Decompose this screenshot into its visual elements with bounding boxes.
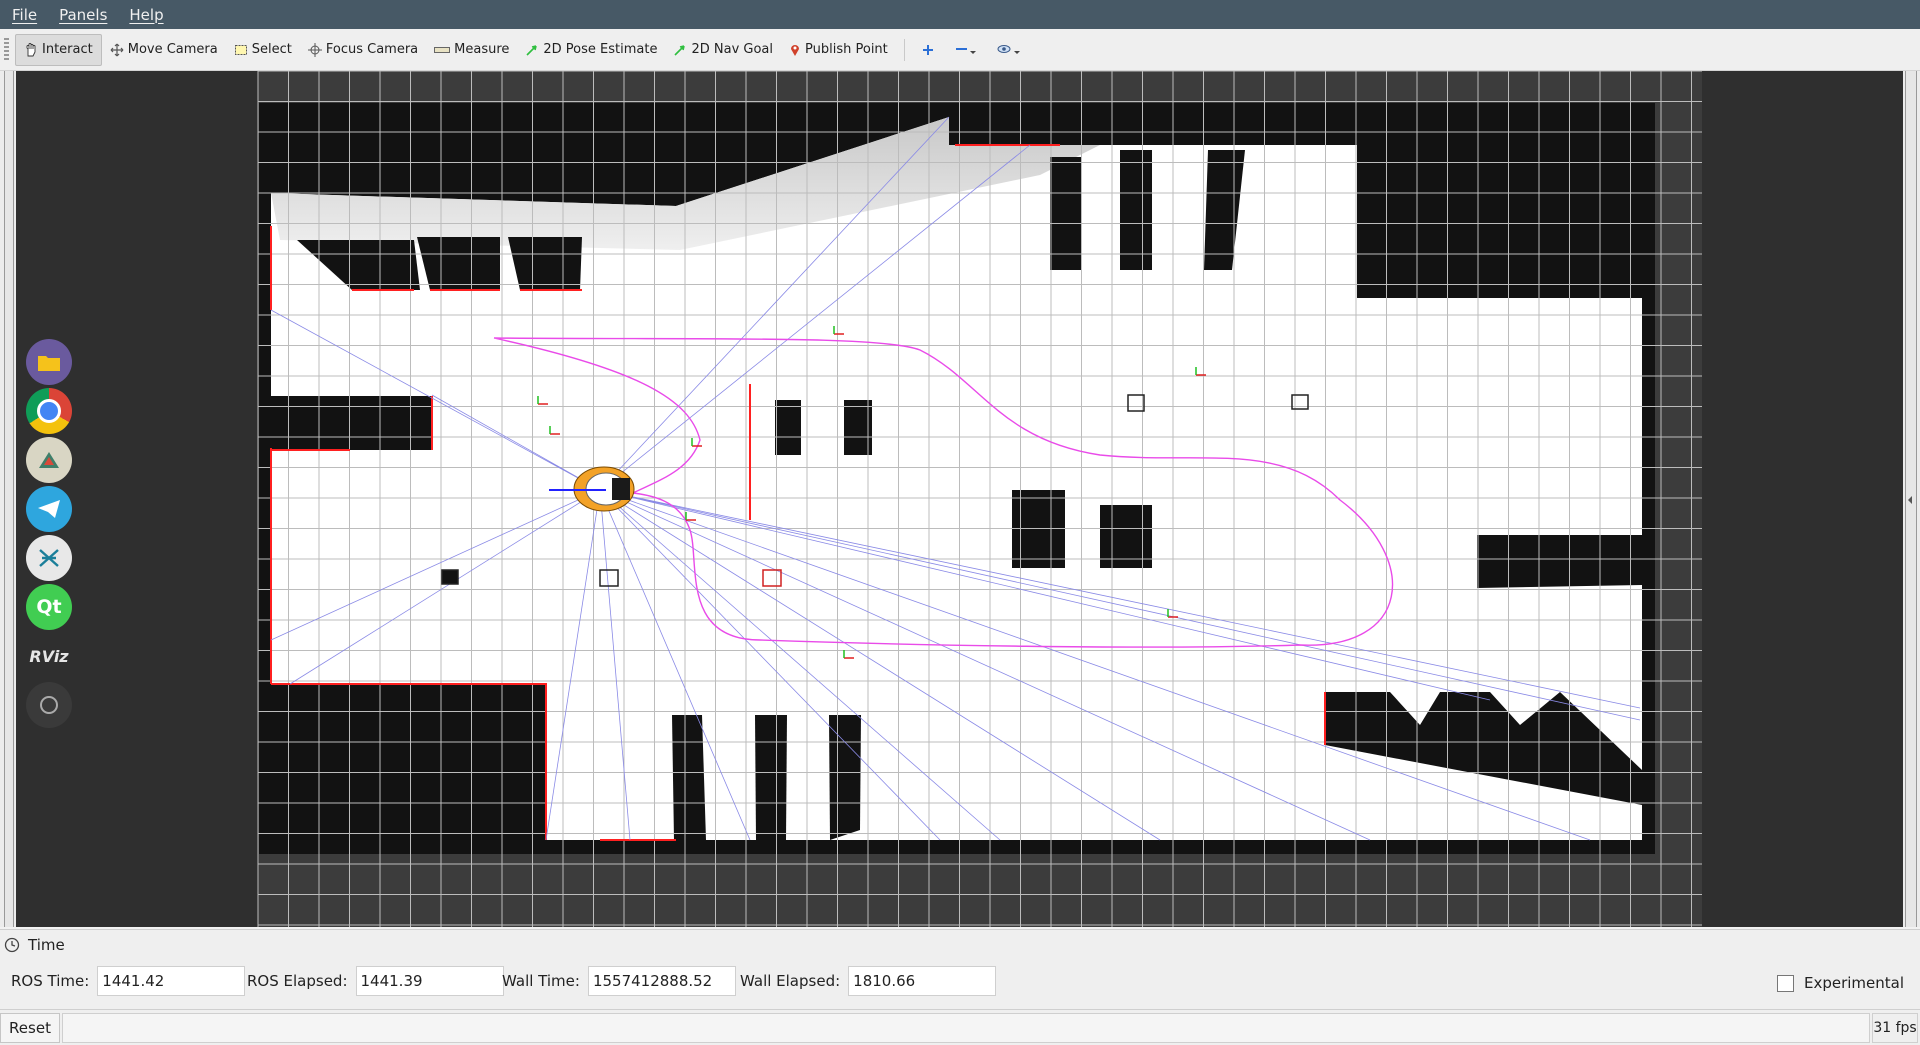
record-circle-icon <box>40 696 58 714</box>
focus-camera-tool-button[interactable]: Focus Camera <box>300 35 426 65</box>
add-tool-button[interactable] <box>913 35 947 65</box>
wall-time-label: Wall Time: <box>502 972 580 990</box>
move-camera-label: Move Camera <box>127 42 218 57</box>
toolbar-grip[interactable] <box>4 37 9 62</box>
folder-icon <box>38 356 60 371</box>
map-canvas[interactable] <box>16 71 1903 927</box>
tool-properties-button[interactable] <box>989 35 1033 65</box>
menu-bar: File Panels Help <box>0 0 1920 29</box>
files-icon[interactable] <box>26 339 72 385</box>
clock-icon <box>4 937 20 953</box>
select-label: Select <box>251 42 292 57</box>
ros-elapsed-label: ROS Elapsed: <box>247 972 348 990</box>
move-arrows-icon <box>110 43 124 56</box>
launcher-dock: Qt RViz <box>16 339 76 809</box>
ros-elapsed-field: ROS Elapsed: 1441.39 <box>247 966 504 996</box>
publish-point-tool-button[interactable]: Publish Point <box>781 35 896 65</box>
map-app-icon[interactable] <box>26 437 72 483</box>
select-tool-button[interactable]: Select <box>226 35 300 65</box>
time-panel-title: Time <box>28 936 65 954</box>
plus-icon <box>922 44 933 55</box>
eye-dropdown-icon <box>997 44 1020 54</box>
nav-goal-label: 2D Nav Goal <box>691 42 774 57</box>
selection-box-icon <box>234 44 247 55</box>
ruler-icon <box>434 46 451 53</box>
code-tool-icon[interactable] <box>26 535 72 581</box>
interact-tool-button[interactable]: Interact <box>15 33 102 66</box>
wall-time-field: Wall Time: 1557412888.52 <box>502 966 736 996</box>
left-dock-splitter[interactable] <box>0 71 16 927</box>
render-viewport[interactable]: Qt RViz <box>16 71 1903 927</box>
menu-help[interactable]: Help <box>129 6 163 24</box>
pose-estimate-label: 2D Pose Estimate <box>543 42 658 57</box>
paper-plane-icon <box>38 500 60 518</box>
tool-toolbar: Interact Move Camera Select Focus Camera… <box>0 29 1920 71</box>
green-arrow-icon <box>526 44 538 56</box>
focus-camera-label: Focus Camera <box>325 42 419 57</box>
telegram-icon[interactable] <box>26 486 72 532</box>
qt-icon[interactable]: Qt <box>26 584 72 630</box>
toolbar-separator <box>903 38 905 61</box>
map-pin-icon <box>791 44 800 56</box>
menu-file[interactable]: File <box>12 6 37 24</box>
measure-tool-button[interactable]: Measure <box>426 35 517 65</box>
wall-elapsed-value[interactable]: 1810.66 <box>848 966 997 996</box>
move-camera-tool-button[interactable]: Move Camera <box>102 35 226 65</box>
remove-tool-button[interactable] <box>947 35 989 65</box>
left-splitter-handle[interactable] <box>4 71 14 927</box>
ros-time-label: ROS Time: <box>11 972 90 990</box>
chrome-icon[interactable] <box>26 388 72 434</box>
hand-pointer-icon <box>26 42 36 56</box>
pose-estimate-tool-button[interactable]: 2D Pose Estimate <box>517 35 665 65</box>
time-panel: Time ROS Time: 1441.42 ROS Elapsed: 1441… <box>0 929 1920 1010</box>
chrome-center-icon <box>37 399 61 423</box>
experimental-label: Experimental <box>1803 974 1904 992</box>
status-message <box>62 1013 1870 1043</box>
ros-time-field: ROS Time: 1441.42 <box>11 966 246 996</box>
status-bar: Reset 31 fps <box>0 1009 1920 1045</box>
record-icon[interactable] <box>26 682 72 728</box>
ros-time-value[interactable]: 1441.42 <box>97 966 246 996</box>
wall-time-value[interactable]: 1557412888.52 <box>587 966 736 996</box>
ros-elapsed-value[interactable]: 1441.39 <box>355 966 504 996</box>
rviz-icon[interactable]: RViz <box>26 633 72 679</box>
reset-button[interactable]: Reset <box>0 1013 60 1043</box>
chevron-left-icon <box>1908 496 1912 504</box>
triangle-map-icon <box>39 452 59 468</box>
experimental-checkbox[interactable] <box>1776 974 1794 992</box>
nav-goal-tool-button[interactable]: 2D Nav Goal <box>665 35 781 65</box>
crosshair-icon <box>307 42 322 57</box>
wall-elapsed-field: Wall Elapsed: 1810.66 <box>740 966 997 996</box>
menu-panels[interactable]: Panels <box>59 6 107 24</box>
fps-readout: 31 fps <box>1872 1013 1918 1043</box>
minus-icon <box>955 47 976 54</box>
interact-label: Interact <box>42 42 93 57</box>
experimental-toggle[interactable]: Experimental <box>1776 974 1904 992</box>
green-arrow-icon <box>674 44 686 56</box>
right-dock-splitter[interactable] <box>1903 71 1920 927</box>
measure-label: Measure <box>454 42 510 57</box>
x-tool-icon <box>39 549 59 567</box>
publish-point-label: Publish Point <box>805 42 888 57</box>
time-panel-header: Time <box>4 934 65 956</box>
wall-elapsed-label: Wall Elapsed: <box>740 972 841 990</box>
